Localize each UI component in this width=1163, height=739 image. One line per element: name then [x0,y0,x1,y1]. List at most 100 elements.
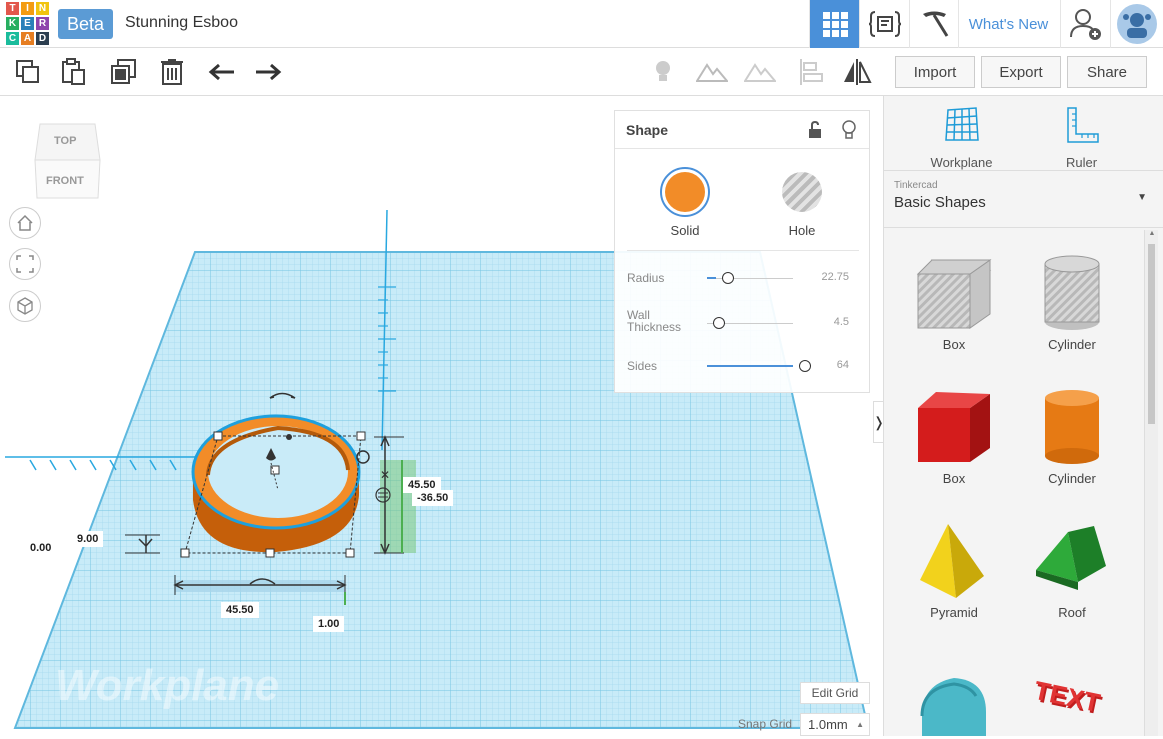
param-value[interactable]: 22.75 [821,271,849,283]
sides-slider[interactable] [707,360,811,372]
mirror-icon [844,59,872,85]
param-label: Wall Thickness [627,308,682,334]
import-button[interactable]: Import [895,56,975,88]
roof-icon [1036,526,1106,590]
undo-icon [208,63,234,81]
x-offset-label[interactable]: 1.00 [313,616,345,632]
user-avatar[interactable] [1110,0,1163,48]
width-dimension-label[interactable]: 45.50 [221,602,259,618]
inspector-title: Shape [626,121,669,138]
slider-knob[interactable] [799,360,811,372]
workplane-watermark: Workplane [55,661,279,710]
slider-knob[interactable] [713,317,725,329]
ortho-view-button[interactable] [9,290,41,322]
shape-label: Roof [1058,605,1086,620]
view-cube-front-label[interactable]: FRONT [46,175,84,187]
show-all-button[interactable] [696,56,728,88]
chevron-right-icon: ❭ [873,414,883,431]
solid-label: Solid [670,223,700,238]
whats-new-link[interactable]: What's New [958,0,1058,48]
copy-button[interactable] [12,56,44,88]
text-shape-icon: TEXT TEXT [1031,675,1104,721]
redo-button[interactable] [252,56,284,88]
collapse-panel-button[interactable]: ❭ [873,401,883,443]
slider-knob[interactable] [721,272,734,284]
lock-icon[interactable] [807,120,823,142]
3d-view-button[interactable] [809,0,859,48]
align-button[interactable] [795,56,827,88]
export-button[interactable]: Export [981,56,1061,88]
view-cube[interactable]: TOP FRONT [34,123,101,199]
delete-button[interactable] [156,56,188,88]
mirror-button[interactable] [841,56,873,88]
dropdown-caret-icon: ▼ [1137,192,1147,203]
cube-icon [17,297,33,315]
duplicate-button[interactable] [108,56,140,88]
cylinder-icon [1044,255,1100,330]
shape-roof[interactable]: Roof [1017,520,1127,620]
y-offset-label[interactable]: -36.50 [412,490,454,506]
slider-fill [707,365,793,367]
param-value[interactable]: 64 [837,359,849,371]
param-label: Radius [627,271,665,285]
hide-button[interactable] [744,56,776,88]
codeblocks-button[interactable] [859,0,909,48]
snap-grid-select[interactable]: 1.0mm ▲ [800,713,870,736]
edit-grid-button[interactable]: Edit Grid [800,682,870,704]
logo-letter: R [35,16,50,31]
ruler-icon [1066,107,1099,143]
lightbulb-icon[interactable] [841,120,857,143]
cylinder-icon [1045,390,1099,464]
ruler-label: Ruler [1065,155,1098,170]
align-icon [800,59,823,85]
snap-grid-value: 1.0mm [808,717,848,732]
logo-letter: T [5,1,20,16]
height-dimension-label[interactable]: 9.00 [72,531,104,547]
share-button[interactable]: Share [1067,56,1147,88]
notes-button[interactable] [647,56,679,88]
shape-label: Cylinder [1048,337,1096,352]
logo-letter: K [5,16,20,31]
trash-icon [161,59,183,85]
elevation-label[interactable]: 0.00 [25,540,57,556]
home-icon [17,214,33,231]
paste-icon [62,58,85,85]
minecraft-button[interactable] [909,0,959,48]
hole-option[interactable]: Hole [777,167,827,238]
scroll-up-icon[interactable]: ▲ [1145,230,1159,242]
slider-fill [707,277,716,279]
shape-box-transparent[interactable]: Box [899,252,1009,352]
pyramid-icon [920,524,984,598]
shape-cylinder[interactable]: Cylinder [1017,386,1127,486]
round-roof-icon [920,678,986,736]
shape-pyramid[interactable]: Pyramid [899,520,1009,620]
lightbulb-icon [656,61,670,81]
home-view-button[interactable] [9,207,41,239]
shapes-scrollbar[interactable]: ▲ [1144,230,1158,736]
radius-slider[interactable] [707,272,793,284]
shape-round-roof[interactable] [899,666,1009,739]
shape-text[interactable]: TEXT TEXT [1017,666,1127,739]
shape-library-select[interactable]: Tinkercad Basic Shapes ▼ [894,180,1152,220]
hole-swatch [782,172,822,212]
ruler-tool[interactable]: Ruler [1034,106,1129,170]
fit-view-button[interactable] [9,248,41,280]
param-label: Sides [627,359,658,373]
param-value[interactable]: 4.5 [834,316,849,328]
logo-letter: A [20,31,35,46]
library-source: Tinkercad [894,180,938,191]
add-user-button[interactable] [1060,0,1110,48]
project-title[interactable]: Stunning Esboo [125,14,238,32]
workplane-tool[interactable]: Workplane [914,106,1009,170]
beta-badge: Beta [58,9,113,39]
view-cube-top-label[interactable]: TOP [54,135,76,147]
shape-box[interactable]: Box [899,386,1009,486]
shape-cylinder-transparent[interactable]: Cylinder [1017,252,1127,352]
paste-button[interactable] [58,56,90,88]
workplane-label: Workplane [930,155,993,170]
caret-up-icon: ▲ [856,720,864,729]
undo-button[interactable] [206,56,238,88]
solid-option[interactable]: Solid [660,167,710,238]
wall-thickness-slider[interactable] [707,317,793,329]
tinkercad-logo[interactable]: TINKERCAD [5,1,50,46]
